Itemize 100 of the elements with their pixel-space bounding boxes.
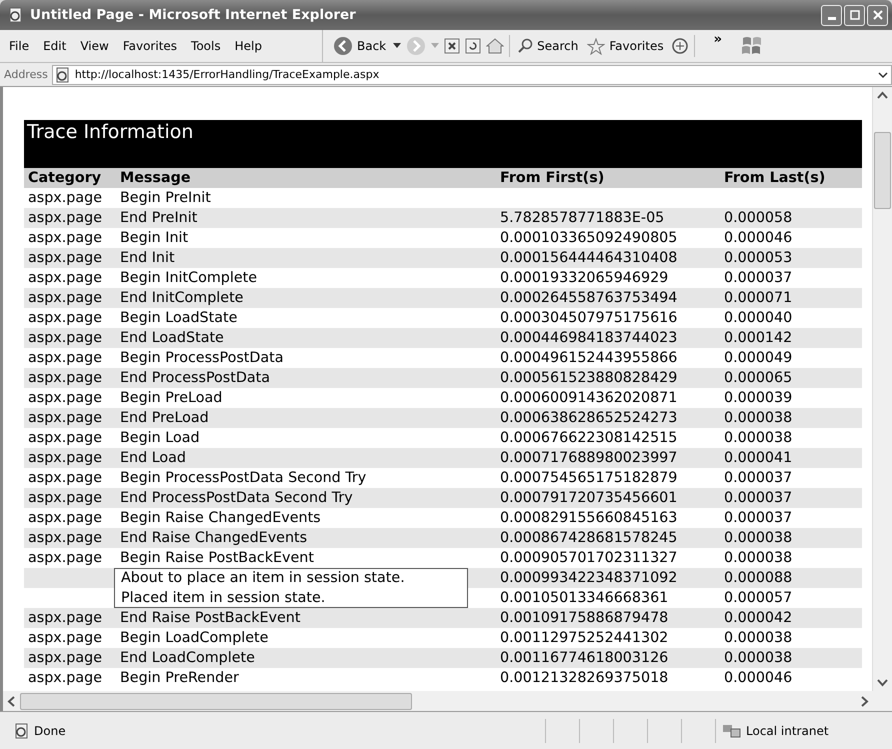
table-cell: 0.000037 <box>724 270 792 286</box>
back-button[interactable]: Back <box>331 34 388 58</box>
table-cell: aspx.page <box>28 430 102 446</box>
table-cell: 0.000038 <box>724 550 792 566</box>
table-cell: 0.000103365092490805 <box>500 230 678 246</box>
table-cell: 0.000046 <box>724 670 792 686</box>
table-cell: 0.000676622308142515 <box>500 430 678 446</box>
table-cell: End LoadComplete <box>120 650 255 666</box>
search-button[interactable]: Search <box>515 36 580 56</box>
table-cell: 0.000638628652524273 <box>500 410 678 426</box>
section-header: Trace Information <box>24 120 862 168</box>
table-cell: End PreInit <box>120 210 198 226</box>
table-cell: aspx.page <box>28 370 102 386</box>
column-header: Category <box>27 170 102 186</box>
table-cell: 0.000040 <box>724 310 792 326</box>
table-cell: 0.000037 <box>724 490 792 506</box>
table-cell: 0.000446984183744023 <box>500 330 678 346</box>
minimize-icon <box>828 16 836 20</box>
address-label: Address <box>3 68 49 81</box>
menu-item[interactable]: File <box>2 39 36 53</box>
table-cell: aspx.page <box>28 350 102 366</box>
refresh-icon[interactable] <box>465 38 482 54</box>
table-cell: Begin PreRender <box>120 670 239 686</box>
page-icon <box>8 7 24 23</box>
star-icon <box>587 38 606 54</box>
table-cell: End Init <box>120 250 175 266</box>
minimize-button[interactable] <box>821 4 842 26</box>
close-button[interactable] <box>867 4 888 26</box>
address-field[interactable]: http://localhost:1435/ErrorHandling/TraceExample.aspx <box>52 64 892 84</box>
table-cell: aspx.page <box>28 650 102 666</box>
table-cell: 0.000071 <box>724 290 792 306</box>
table-cell: 0.000156444464310408 <box>500 250 678 266</box>
table-cell: 0.00112975252441302 <box>500 630 668 646</box>
table-cell: aspx.page <box>28 510 102 526</box>
table-cell: 0.000037 <box>724 470 792 486</box>
dropdown-icon[interactable] <box>878 70 888 78</box>
table-cell: Begin Raise ChangedEvents <box>120 510 321 526</box>
table-cell: 0.000561523880828429 <box>500 370 678 386</box>
maximize-button[interactable] <box>844 4 865 26</box>
table-cell: aspx.page <box>28 310 102 326</box>
table-cell: 0.000905701702311327 <box>500 550 678 566</box>
table-cell: aspx.page <box>28 630 102 646</box>
trace-message: About to place an item in session state. <box>114 568 468 588</box>
menu-item[interactable]: View <box>73 39 116 53</box>
network-icon <box>722 722 742 738</box>
table-cell: aspx.page <box>28 410 102 426</box>
table-cell: Begin ProcessPostData Second Try <box>120 470 366 486</box>
table-cell: 0.00116774618003126 <box>500 650 668 666</box>
table-cell: Begin PreInit <box>120 190 211 206</box>
table-cell: End Raise ChangedEvents <box>120 530 308 546</box>
table-cell: Begin LoadState <box>120 310 238 326</box>
table-cell: 0.00109175886879478 <box>500 610 668 626</box>
table-cell: 0.000496152443955866 <box>500 350 678 366</box>
more-chevron[interactable]: » <box>714 32 722 47</box>
table-cell: aspx.page <box>28 230 102 246</box>
table-cell: 0.00105013346668361 <box>500 590 668 606</box>
table-cell: aspx.page <box>28 550 102 566</box>
scroll-thumb[interactable] <box>874 132 891 209</box>
table-cell: 0.000046 <box>724 230 792 246</box>
table-cell: aspx.page <box>28 290 102 306</box>
table-cell: End ProcessPostData <box>120 370 270 386</box>
table-cell: End ProcessPostData Second Try <box>120 490 353 506</box>
table-cell: 0.000600914362020871 <box>500 390 678 406</box>
menu-item[interactable]: Edit <box>36 39 74 53</box>
home-icon[interactable] <box>486 38 504 54</box>
table-cell: End Raise PostBackEvent <box>120 610 300 626</box>
menu-item[interactable]: Help <box>228 39 269 53</box>
table-cell: 0.000829155660845163 <box>500 510 678 526</box>
table-cell: Begin PreLoad <box>120 390 222 406</box>
table-cell: 0.000038 <box>724 630 792 646</box>
table-cell: 0.000037 <box>724 510 792 526</box>
menu-item[interactable]: Tools <box>184 39 228 53</box>
table-cell: 0.000058 <box>724 210 792 226</box>
table-cell: 0.000304507975175616 <box>500 310 678 326</box>
table-cell: Begin LoadComplete <box>120 630 268 646</box>
table-cell: 0.000042 <box>724 610 792 626</box>
menu-item[interactable]: Favorites <box>116 39 184 53</box>
table-cell: Begin Raise PostBackEvent <box>120 550 314 566</box>
horizontal-scrollbar[interactable] <box>0 691 892 711</box>
table-cell: 0.000264558763753494 <box>500 290 678 306</box>
favorites-button[interactable]: Favorites <box>585 36 666 56</box>
table-cell: aspx.page <box>28 670 102 686</box>
zone-text: Local intranet <box>746 724 829 738</box>
vertical-scrollbar[interactable] <box>872 87 892 691</box>
stop-icon[interactable] <box>444 38 460 54</box>
caret-icon[interactable] <box>393 43 402 49</box>
table-cell: End Load <box>120 450 186 466</box>
maximize-icon <box>850 10 860 20</box>
table-cell: aspx.page <box>28 270 102 286</box>
scroll-thumb[interactable] <box>20 692 412 710</box>
table-cell: 0.000867428681578245 <box>500 530 678 546</box>
table-cell: 0.000041 <box>724 450 792 466</box>
table-cell: End PreLoad <box>120 410 209 426</box>
search-icon <box>517 38 534 54</box>
table-cell: 0.000038 <box>724 430 792 446</box>
table-cell: 0.000754565175182879 <box>500 470 678 486</box>
column-header: Message <box>120 170 192 186</box>
table-cell: 0.000053 <box>724 250 792 266</box>
table-cell: 0.000038 <box>724 530 792 546</box>
table-cell: aspx.page <box>28 190 102 206</box>
